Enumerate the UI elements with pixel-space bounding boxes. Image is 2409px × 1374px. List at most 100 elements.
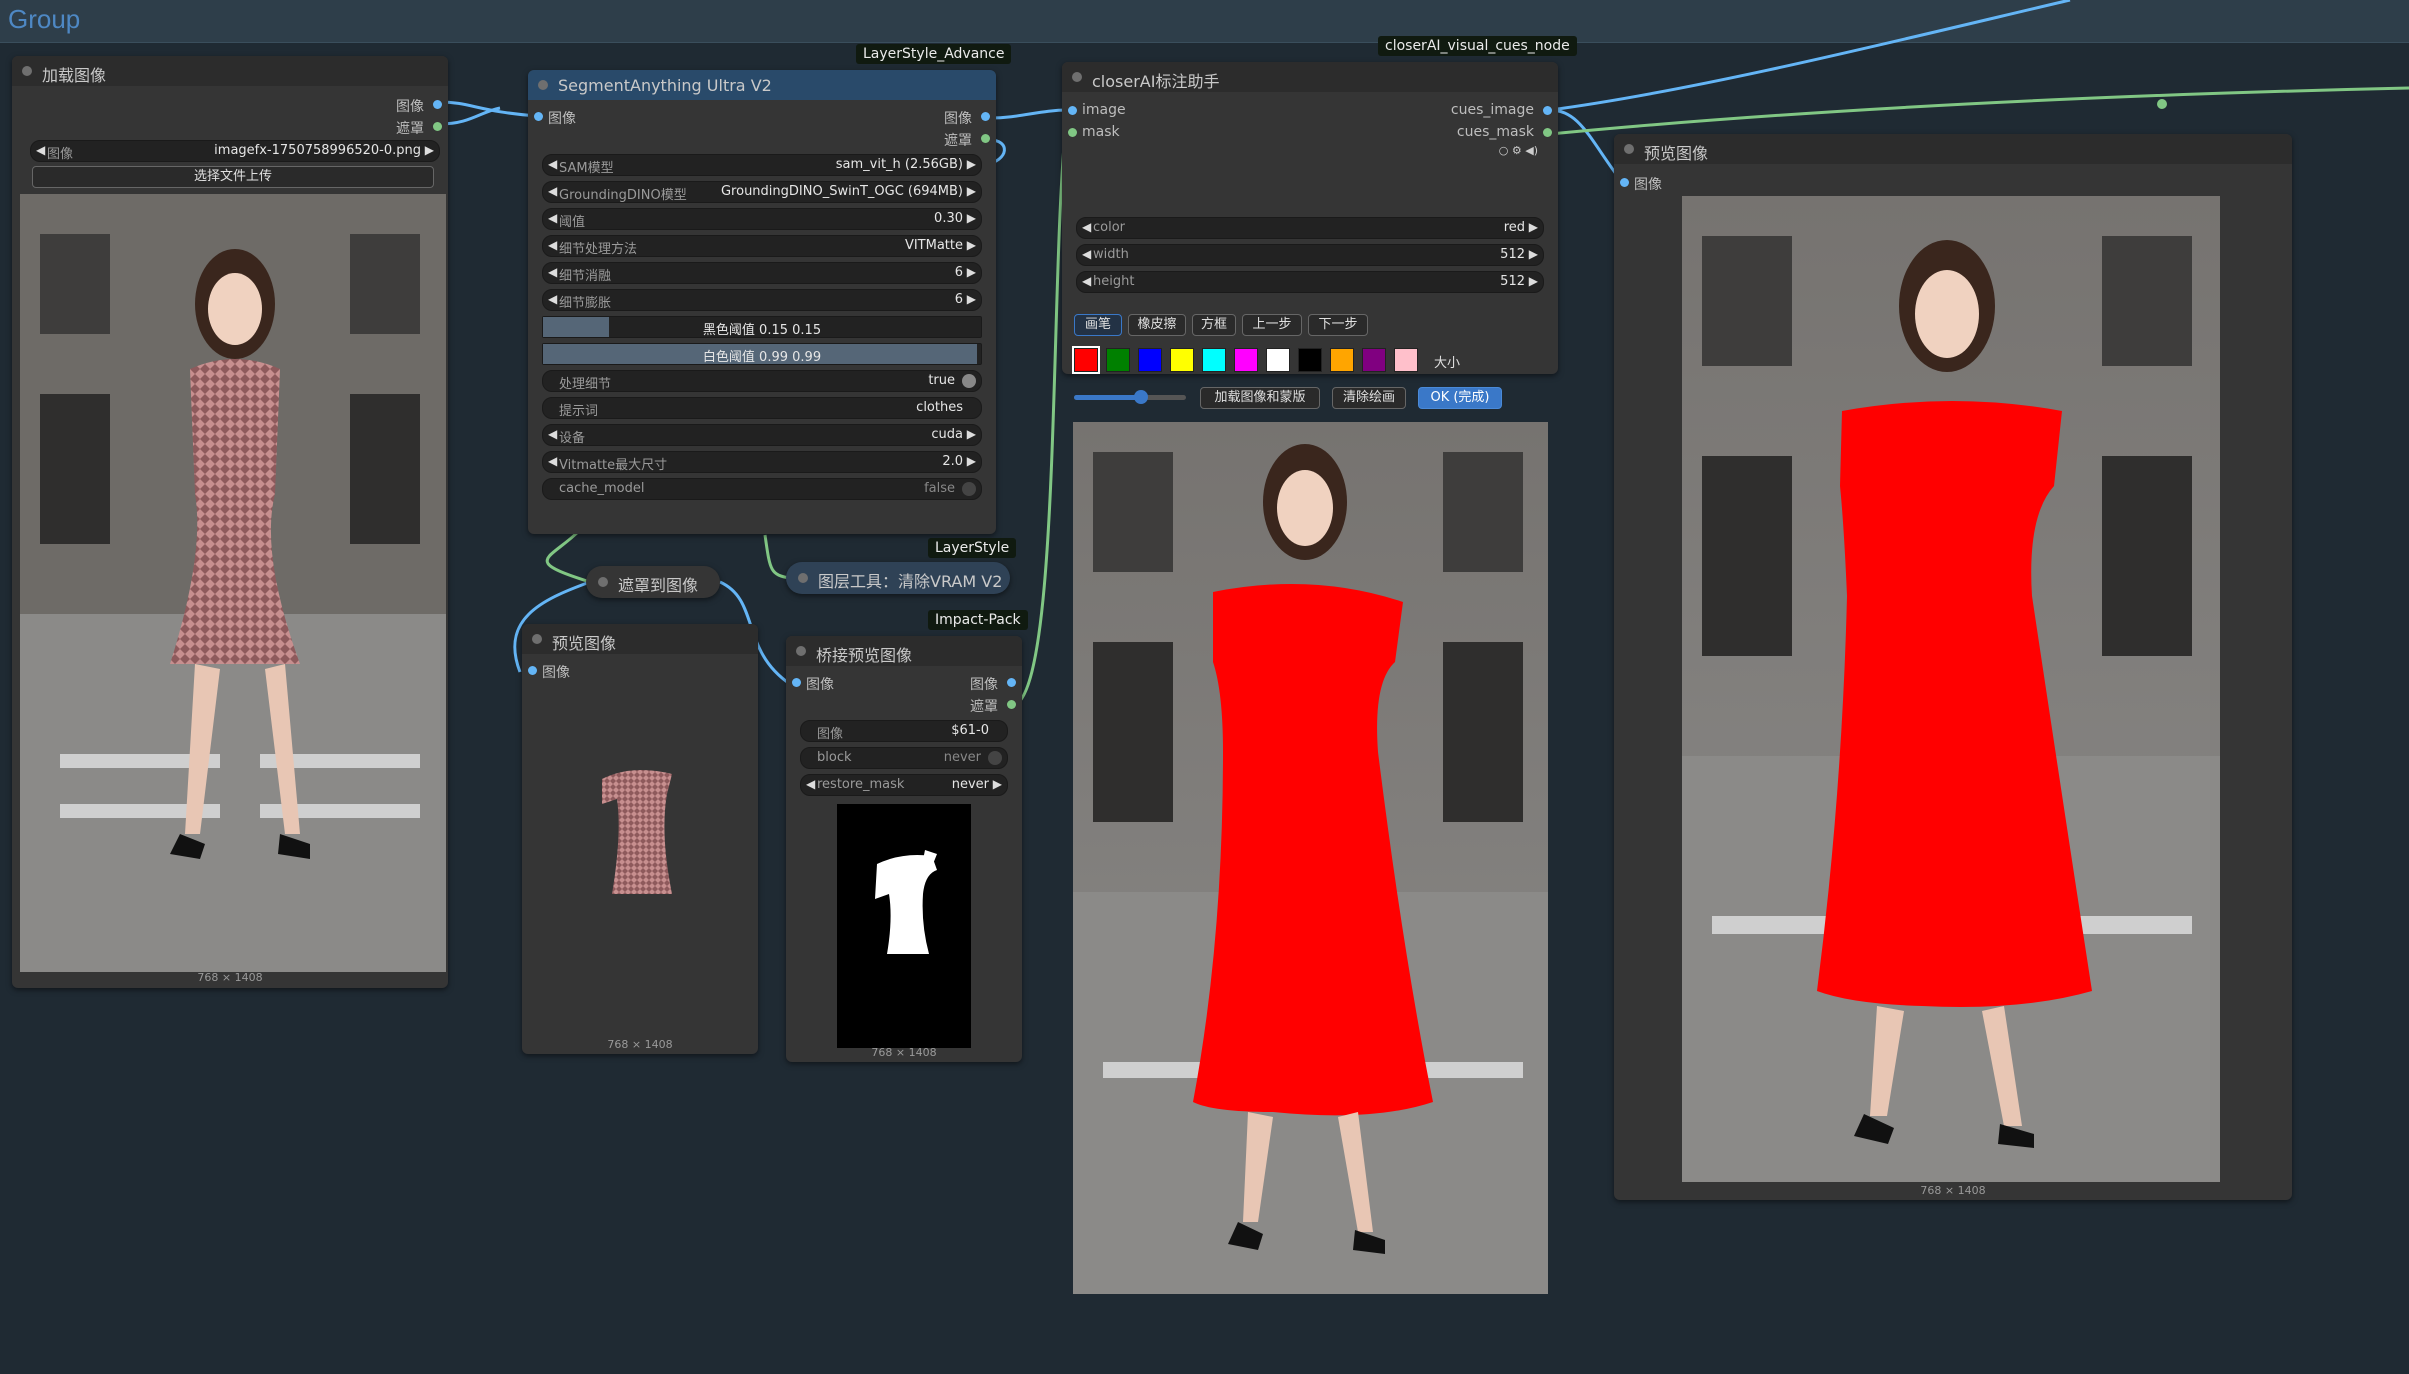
output-mask-label: 遮罩	[970, 699, 998, 715]
closer-header[interactable]: closerAI标注助手	[1062, 62, 1558, 92]
input-image-port[interactable]	[534, 112, 543, 121]
color-swatch[interactable]	[1106, 348, 1130, 372]
input-image-port[interactable]	[1068, 106, 1077, 115]
image-id-input[interactable]: 图像 $61-0	[800, 720, 1008, 742]
color-swatch[interactable]	[1330, 348, 1354, 372]
bridge-preview-node[interactable]: 桥接预览图像 图像 图像 遮罩 图像 $61-0 block never ◀ rest…	[786, 636, 1022, 1062]
collapse-dot-icon[interactable]	[1072, 72, 1082, 82]
width-stepper[interactable]: ◀ width 512 ▶	[1076, 244, 1544, 266]
load-image-header[interactable]: 加载图像	[12, 56, 448, 86]
color-palette[interactable]	[1072, 346, 1454, 374]
preview-header[interactable]: 预览图像	[1614, 134, 2292, 164]
node-title: 桥接预览图像	[816, 646, 913, 665]
sam-model-select[interactable]: ◀ SAM模型 sam_vit_h (2.56GB) ▶	[542, 154, 982, 176]
input-image-port[interactable]	[528, 666, 537, 675]
wire-load-to-sam	[439, 100, 539, 118]
output-mask-port[interactable]	[1007, 700, 1016, 709]
closerai-annotation-node[interactable]: closerAI标注助手 image mask cues_image cues_…	[1062, 62, 1558, 374]
segment-anything-node[interactable]: SegmentAnything Ultra V2 图像 图像 遮罩 ◀ SAM模型…	[528, 70, 996, 534]
color-swatch[interactable]	[1362, 348, 1386, 372]
output-mask-port[interactable]	[981, 134, 990, 143]
node-title: 遮罩到图像	[618, 576, 699, 595]
undo-button[interactable]: 上一步	[1242, 314, 1302, 336]
collapse-dot-icon[interactable]	[532, 634, 542, 644]
detail-dilate-stepper[interactable]: ◀ 细节膨胀 6 ▶	[542, 289, 982, 311]
output-image-port[interactable]	[1007, 678, 1016, 687]
sam-header[interactable]: SegmentAnything Ultra V2	[528, 70, 996, 100]
load-image-preview	[20, 194, 446, 972]
clear-drawing-button[interactable]: 清除绘画	[1332, 387, 1406, 409]
cache-model-toggle[interactable]: cache_model false	[542, 478, 982, 500]
collapse-dot-icon[interactable]	[798, 573, 808, 583]
block-toggle[interactable]: block never	[800, 747, 1008, 769]
ok-done-button[interactable]: OK (完成)	[1418, 387, 1502, 409]
color-select[interactable]: ◀ color red ▶	[1076, 217, 1544, 239]
load-image-node[interactable]: 加载图像 图像 遮罩 ◀ 图像 imagefx-1750758996520-0.…	[12, 56, 448, 988]
black-threshold-slider[interactable]: 黑色阈值 0.15 0.15	[542, 316, 982, 338]
output-cues-image-label: cues_image	[1450, 102, 1534, 118]
eraser-tool-button[interactable]: 橡皮擦	[1128, 314, 1186, 336]
collapse-dot-icon[interactable]	[1624, 144, 1634, 154]
output-mask-label: 遮罩	[396, 121, 424, 137]
preview-header[interactable]: 预览图像	[522, 624, 758, 654]
brush-size-slider[interactable]	[1074, 390, 1186, 404]
height-stepper[interactable]: ◀ height 512 ▶	[1076, 271, 1544, 293]
upload-button[interactable]: 选择文件上传	[32, 166, 434, 188]
image-file-select[interactable]: ◀ 图像 imagefx-1750758996520-0.png ▶	[30, 140, 440, 162]
detail-method-select[interactable]: ◀ 细节处理方法 VITMatte ▶	[542, 235, 982, 257]
color-swatch[interactable]	[1170, 348, 1194, 372]
arrow-right-icon[interactable]: ▶	[425, 143, 434, 157]
mask-to-image-node[interactable]: 遮罩到图像	[586, 566, 720, 598]
color-swatch[interactable]	[1072, 346, 1100, 374]
color-swatch[interactable]	[1202, 348, 1226, 372]
input-image-label: 图像	[542, 665, 570, 681]
clear-vram-node[interactable]: 图层工具：清除VRAM V2	[786, 562, 1010, 594]
restore-mask-select[interactable]: ◀ restore_mask never ▶	[800, 774, 1008, 796]
collapse-dot-icon[interactable]	[538, 80, 548, 90]
color-swatch[interactable]	[1138, 348, 1162, 372]
output-cues-mask-port[interactable]	[1543, 128, 1552, 137]
bridge-header[interactable]: 桥接预览图像	[786, 636, 1022, 666]
brush-tool-button[interactable]: 画笔	[1074, 314, 1122, 336]
annotation-canvas[interactable]	[1073, 422, 1548, 1294]
node-status-icons[interactable]: ○ ⚙ ◀)	[1499, 144, 1538, 157]
output-mask-port[interactable]	[433, 122, 442, 131]
box-tool-button[interactable]: 方框	[1192, 314, 1236, 336]
preview-image-large-node[interactable]: 预览图像 图像 768 × 1408	[1614, 134, 2292, 1200]
color-swatch[interactable]	[1298, 348, 1322, 372]
process-detail-toggle[interactable]: 处理细节 true	[542, 370, 982, 392]
color-swatch[interactable]	[1234, 348, 1258, 372]
collapse-dot-icon[interactable]	[22, 66, 32, 76]
image-dims: 768 × 1408	[871, 1046, 937, 1059]
white-threshold-slider[interactable]: 白色阈值 0.99 0.99	[542, 343, 982, 365]
vitmatte-max-stepper[interactable]: ◀ Vitmatte最大尺寸 2.0 ▶	[542, 451, 982, 473]
woman-photo-red-dress	[1682, 196, 2220, 1182]
widget-label: 图像	[47, 147, 74, 162]
input-mask-port[interactable]	[1068, 128, 1077, 137]
input-image-label: 图像	[806, 677, 834, 693]
load-image-mask-button[interactable]: 加载图像和蒙版	[1200, 387, 1320, 409]
color-swatch[interactable]	[1394, 348, 1418, 372]
color-swatch[interactable]	[1266, 348, 1290, 372]
output-cues-image-port[interactable]	[1543, 106, 1552, 115]
output-image-port[interactable]	[433, 100, 442, 109]
threshold-stepper[interactable]: ◀ 阈值 0.30 ▶	[542, 208, 982, 230]
output-image-port[interactable]	[981, 112, 990, 121]
slider-text: 白色阈值 0.99 0.99	[702, 350, 822, 365]
detail-erode-stepper[interactable]: ◀ 细节消融 6 ▶	[542, 262, 982, 284]
node-title: 加载图像	[42, 66, 107, 85]
preview-image-small-node[interactable]: 预览图像 图像 768 × 1408	[522, 624, 758, 1054]
redo-button[interactable]: 下一步	[1308, 314, 1368, 336]
prompt-input[interactable]: 提示词 clothes	[542, 397, 982, 419]
output-cues-mask-label: cues_mask	[1456, 124, 1534, 140]
groundingdino-model-select[interactable]: ◀ GroundingDINO模型 GroundingDINO_SwinT_OGC …	[542, 181, 982, 203]
input-image-port[interactable]	[1620, 178, 1629, 187]
input-image-port[interactable]	[792, 678, 801, 687]
device-select[interactable]: ◀ 设备 cuda ▶	[542, 424, 982, 446]
node-title: 图层工具：清除VRAM V2	[818, 572, 1003, 591]
slider-knob[interactable]	[1134, 390, 1149, 404]
input-mask-label: mask	[1082, 124, 1120, 140]
arrow-left-icon[interactable]: ◀	[36, 143, 45, 157]
collapse-dot-icon[interactable]	[796, 646, 806, 656]
collapse-dot-icon[interactable]	[598, 577, 608, 587]
